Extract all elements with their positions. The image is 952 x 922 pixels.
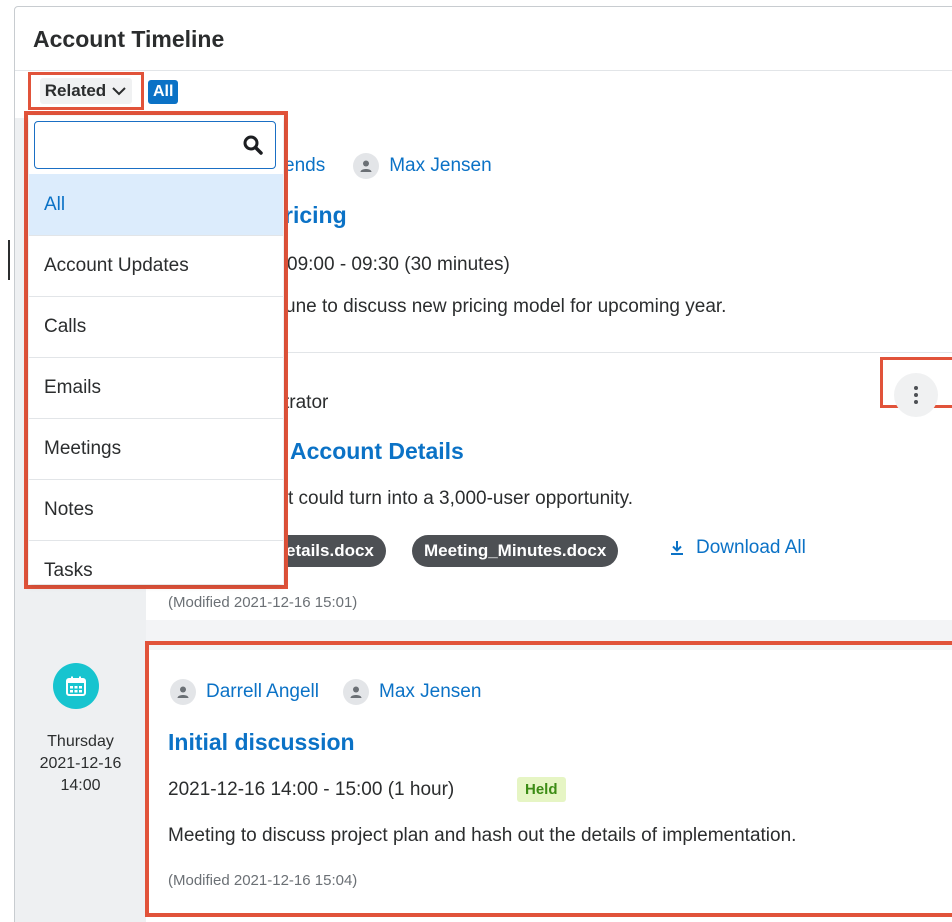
person-icon (343, 679, 369, 705)
person-icon (170, 679, 196, 705)
entry1-person2-link[interactable]: Max Jensen (389, 155, 491, 177)
related-filter-button[interactable]: Related (28, 72, 144, 110)
entry1-time: 09:00 - 09:30 (30 minutes) (287, 254, 510, 275)
entry3-person2-link[interactable]: Max Jensen (379, 681, 481, 703)
entry1-description: une to discuss new pricing model for upc… (285, 296, 727, 317)
entry1-title-link[interactable]: ricing (284, 202, 347, 229)
entry3-modified: (Modified 2021-12-16 15:04) (168, 872, 358, 889)
entry3-time-range: 2021-12-16 14:00 - 15:00 (1 hour) (168, 779, 455, 800)
calendar-icon (53, 663, 99, 709)
download-all-label: Download All (696, 537, 806, 558)
person-icon (353, 153, 380, 179)
kebab-menu-button[interactable] (894, 373, 938, 417)
account-timeline-dashlet: Account Timeline Related All ends Max Je… (0, 0, 952, 922)
entry3-person1-link[interactable]: Darrell Angell (206, 681, 319, 703)
entry1-participants: ends Max Jensen (284, 153, 492, 179)
divider-stub (8, 240, 10, 280)
entry3-participants: Darrell Angell Max Jensen (170, 679, 481, 705)
download-icon (671, 541, 683, 555)
entry2-author-link[interactable]: trator (284, 392, 328, 414)
menu-item-tasks[interactable]: Tasks (29, 540, 283, 584)
entry2-title-link[interactable]: Account Details (290, 438, 464, 465)
dropdown-menu: All Account Updates Calls Emails Meeting… (29, 174, 283, 584)
entry3-time: 14:00 (60, 777, 101, 794)
kebab-menu-icon (914, 386, 918, 404)
chevron-down-icon (112, 87, 126, 96)
attachment-chip-2[interactable]: Meeting_Minutes.docx (412, 535, 619, 567)
menu-item-account-updates[interactable]: Account Updates (29, 235, 283, 296)
menu-item-meetings[interactable]: Meetings (29, 418, 283, 479)
download-all-link[interactable]: Download All (668, 537, 806, 559)
entry3-date-block: Thursday 2021-12-16 14:00 (15, 731, 146, 797)
all-filter-pill[interactable]: All (148, 80, 179, 104)
dropdown-search-input[interactable] (35, 122, 235, 168)
entry1-person1-link[interactable]: ends (284, 155, 325, 177)
entry3-date: 2021-12-16 (39, 755, 122, 772)
search-icon (243, 135, 263, 155)
entry3-description: Meeting to discuss project plan and hash… (168, 825, 797, 846)
menu-item-calls[interactable]: Calls (29, 296, 283, 357)
entry2-modified: (Modified 2021-12-16 15:01) (168, 594, 358, 611)
entry3-title-link[interactable]: Initial discussion (168, 729, 355, 756)
dropdown-search-box[interactable] (34, 121, 276, 169)
status-badge: Held (517, 777, 566, 802)
entry2-description: t could turn into a 3,000-user opportuni… (288, 488, 634, 509)
related-filter-label: Related (44, 81, 107, 100)
related-dropdown: All Account Updates Calls Emails Meeting… (29, 116, 283, 584)
menu-item-notes[interactable]: Notes (29, 479, 283, 540)
menu-item-all[interactable]: All (29, 174, 283, 235)
attachment-chip-1[interactable]: etails.docx (272, 535, 386, 567)
entry3-day: Thursday (47, 733, 114, 750)
title-divider (15, 70, 952, 71)
page-title: Account Timeline (33, 26, 225, 52)
menu-item-emails[interactable]: Emails (29, 357, 283, 418)
